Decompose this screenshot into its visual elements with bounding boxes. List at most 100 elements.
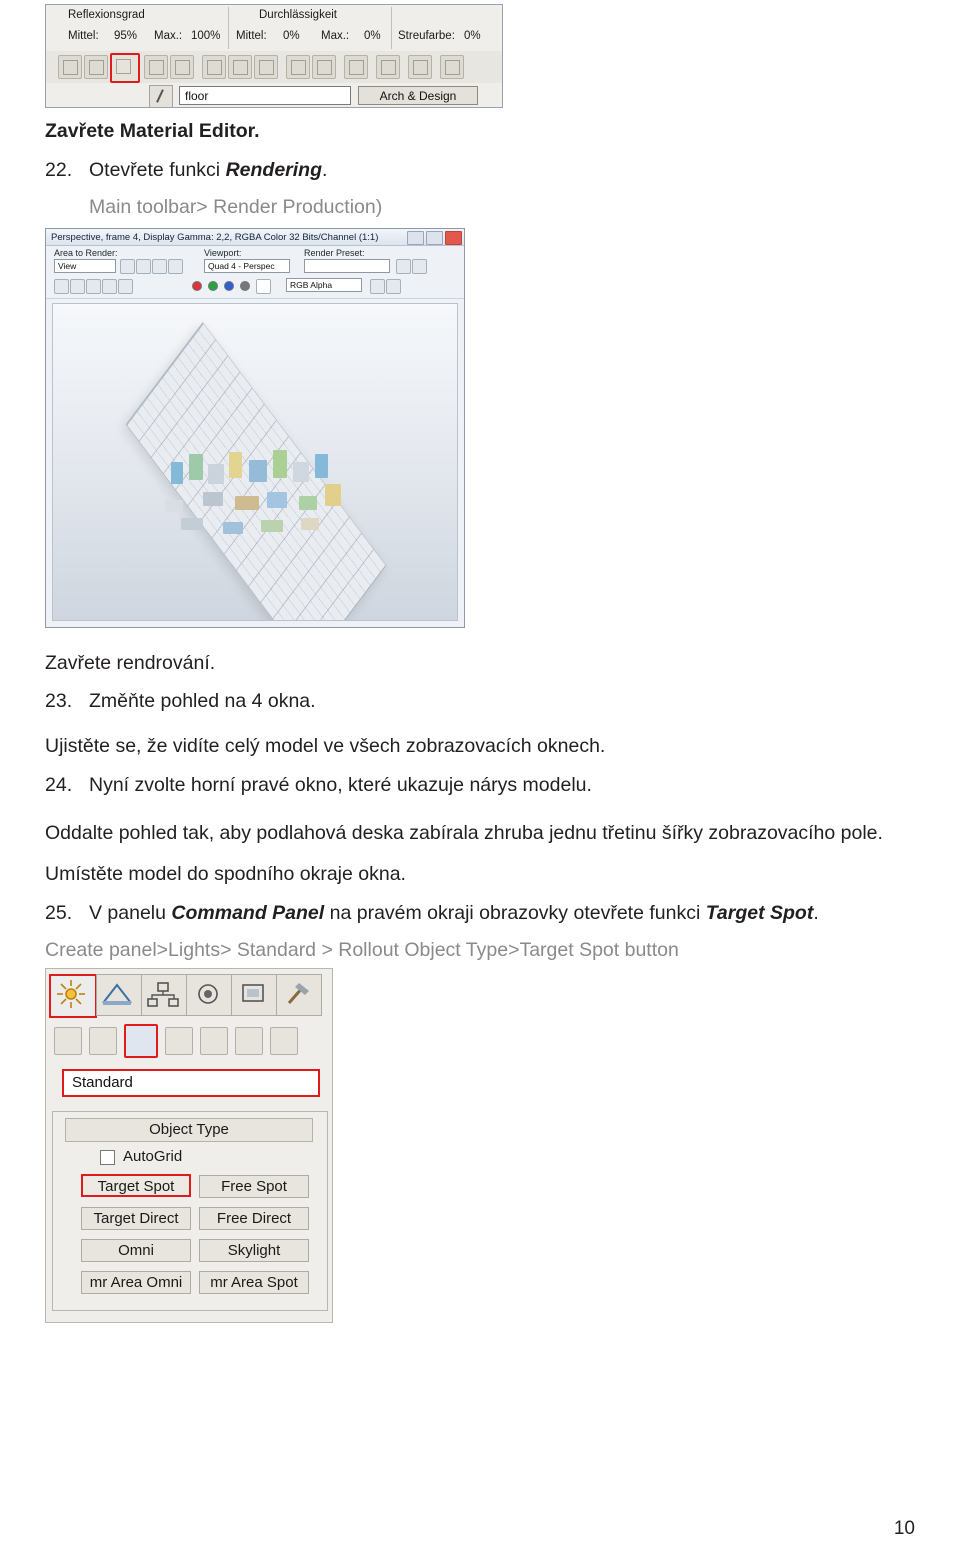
max-label-2: Max.: <box>321 30 350 42</box>
divider <box>391 7 392 49</box>
mr-area-spot-button[interactable]: mr Area Spot <box>199 1271 309 1294</box>
helpers-icon <box>147 982 179 1007</box>
model-block <box>181 518 203 530</box>
model-block <box>325 484 341 506</box>
render-icon-1[interactable] <box>120 259 135 274</box>
systems-icon <box>242 984 264 1002</box>
channel-icon-4[interactable] <box>102 279 117 294</box>
model-block <box>299 496 317 510</box>
toolbar-icon-1[interactable] <box>58 55 82 79</box>
close-icon[interactable] <box>445 231 462 245</box>
model-block <box>189 454 203 480</box>
minimize-icon[interactable] <box>407 231 424 245</box>
toolbar-icon-9[interactable] <box>286 55 310 79</box>
alpha-channel-icon[interactable] <box>256 279 271 294</box>
tab-space-warps[interactable] <box>186 974 232 1016</box>
render-preset-select[interactable] <box>304 259 390 273</box>
tab-helpers[interactable] <box>141 974 187 1016</box>
light-icon-7[interactable] <box>270 1027 298 1055</box>
create-panel-tabs[interactable] <box>49 974 322 1018</box>
render-icon-3[interactable] <box>152 259 167 274</box>
green-channel-dot[interactable] <box>208 281 218 291</box>
autogrid-checkbox[interactable] <box>100 1150 115 1165</box>
light-icon-5[interactable] <box>200 1027 228 1055</box>
light-type-buttons[interactable] <box>54 1024 298 1058</box>
red-channel-dot[interactable] <box>192 281 202 291</box>
camera-icon <box>102 983 132 1005</box>
streufarbe-label: Streufarbe: <box>398 30 455 42</box>
toolbar-icon-4[interactable] <box>144 55 168 79</box>
free-light-icon[interactable] <box>89 1027 117 1055</box>
toolbar-icon-7[interactable] <box>228 55 252 79</box>
step-24-sub2: Umístěte model do spodního okraje okna. <box>45 863 406 885</box>
material-editor-toolbar[interactable] <box>46 51 502 84</box>
model-block <box>223 522 243 534</box>
shader-type-button[interactable]: Arch & Design <box>358 86 478 105</box>
step-22-hint: Main toolbar> Render Production) <box>89 196 383 218</box>
model-block <box>261 520 283 532</box>
max-value-2: 0% <box>364 30 381 42</box>
channel-close-icon[interactable] <box>118 279 133 294</box>
tab-utilities[interactable] <box>276 974 322 1016</box>
target-direct-button[interactable]: Target Direct <box>81 1207 191 1230</box>
target-spot-light-icon[interactable] <box>124 1024 158 1058</box>
toolbar-icon-12[interactable] <box>376 55 400 79</box>
maximize-icon[interactable] <box>426 231 443 245</box>
close-material-editor-text: Zavřete Material Editor. <box>45 120 260 142</box>
tab-systems[interactable] <box>231 974 277 1016</box>
streufarbe-value: 0% <box>464 30 481 42</box>
object-type-header[interactable]: Object Type <box>65 1118 313 1142</box>
tab-cameras[interactable] <box>96 974 142 1016</box>
channel-icon-7[interactable] <box>386 279 401 294</box>
tab-lights[interactable] <box>49 974 97 1018</box>
assign-material-to-selection-icon[interactable] <box>110 53 140 83</box>
step-25-number: 25. <box>45 902 73 924</box>
skylight-button[interactable]: Skylight <box>199 1239 309 1262</box>
material-name-field[interactable]: floor <box>179 86 351 105</box>
model-block <box>273 450 287 478</box>
channel-icon-3[interactable] <box>86 279 101 294</box>
viewport-select[interactable]: Quad 4 - Perspec <box>204 259 290 273</box>
max-value-1: 100% <box>191 30 221 42</box>
channel-icon-2[interactable] <box>70 279 85 294</box>
toolbar-icon-8[interactable] <box>254 55 278 79</box>
space-warp-icon <box>198 984 218 1004</box>
step-23-sub: Ujistěte se, že vidíte celý model ve vše… <box>45 735 606 757</box>
render-icon-2[interactable] <box>136 259 151 274</box>
omni-button[interactable]: Omni <box>81 1239 191 1262</box>
channel-icon-1[interactable] <box>54 279 69 294</box>
toolbar-icon-2[interactable] <box>84 55 108 79</box>
mono-channel-dot[interactable] <box>240 281 250 291</box>
window-controls[interactable] <box>407 231 462 245</box>
document-page: Reflexionsgrad Durchlässigkeit Mittel: 9… <box>0 0 960 1558</box>
render-icon-5[interactable] <box>396 259 411 274</box>
light-icon-6[interactable] <box>235 1027 263 1055</box>
blue-channel-dot[interactable] <box>224 281 234 291</box>
render-icon-4[interactable] <box>168 259 183 274</box>
step-23: 23. Změňte pohled na 4 okna. <box>45 688 845 714</box>
toolbar-icon-11[interactable] <box>344 55 368 79</box>
viewport-label: Viewport: <box>204 248 242 258</box>
free-direct-button[interactable]: Free Direct <box>199 1207 309 1230</box>
channel-select[interactable]: RGB Alpha <box>286 278 362 292</box>
area-to-render-select[interactable]: View <box>54 259 116 273</box>
render-icon-6[interactable] <box>412 259 427 274</box>
toolbar-icon-14[interactable] <box>440 55 464 79</box>
step-25-text-mid: na pravém okraji obrazovky otevřete funk… <box>324 902 706 924</box>
page-number: 10 <box>893 1518 915 1539</box>
toolbar-icon-5[interactable] <box>170 55 194 79</box>
omni-light-icon[interactable] <box>54 1027 82 1055</box>
toolbar-icon-6[interactable] <box>202 55 226 79</box>
target-spot-button[interactable]: Target Spot <box>81 1174 191 1197</box>
light-icon-4[interactable] <box>165 1027 193 1055</box>
mr-area-omni-button[interactable]: mr Area Omni <box>81 1271 191 1294</box>
mittel-label-1: Mittel: <box>68 30 99 42</box>
eyedropper-icon[interactable] <box>149 85 173 107</box>
free-spot-button[interactable]: Free Spot <box>199 1175 309 1198</box>
light-category-select[interactable]: Standard <box>62 1069 320 1097</box>
max-label-1: Max.: <box>154 30 183 42</box>
model-block <box>315 454 328 478</box>
toolbar-icon-13[interactable] <box>408 55 432 79</box>
channel-icon-6[interactable] <box>370 279 385 294</box>
toolbar-icon-10[interactable] <box>312 55 336 79</box>
